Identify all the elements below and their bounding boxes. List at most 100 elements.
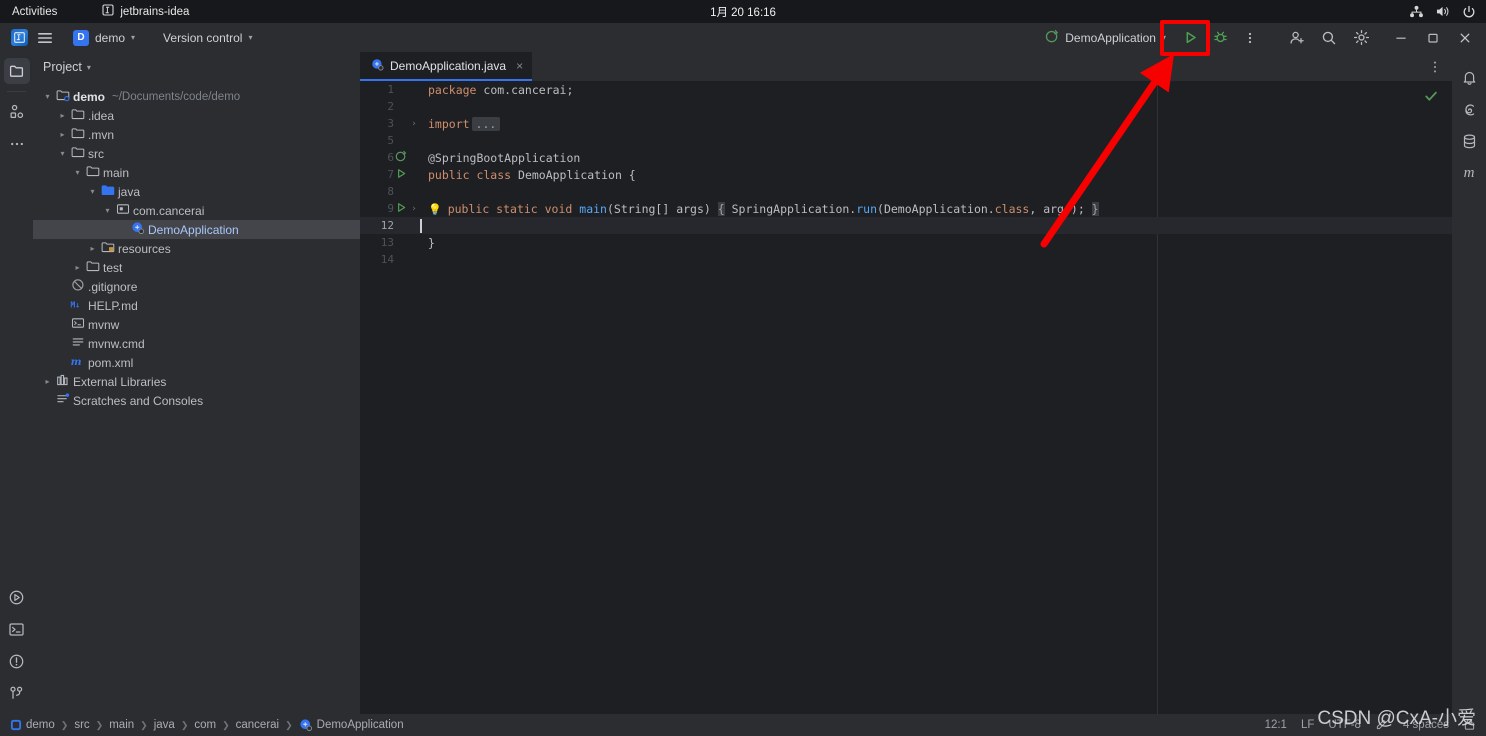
close-tab-icon[interactable]: × [516, 59, 523, 73]
chevron-right-icon[interactable]: ▸ [86, 244, 99, 253]
breadcrumb-item[interactable]: com [194, 719, 216, 731]
project-tree[interactable]: ▾ demo ~/Documents/code/demo ▸ .idea ▸ .mvn ▾ sr… [33, 82, 360, 410]
tree-item-src[interactable]: ▾ src [33, 144, 360, 163]
system-tray[interactable] [1409, 5, 1476, 19]
tree-item-mvnw[interactable]: mvnw [33, 315, 360, 334]
fold-expand-icon[interactable]: › [408, 119, 420, 129]
breadcrumb-item[interactable]: main [109, 719, 134, 731]
code-line[interactable]: 14 [360, 251, 1452, 268]
chevron-down-icon[interactable]: ▾ [71, 168, 84, 177]
run-button[interactable] [1176, 27, 1204, 49]
tree-item-resources[interactable]: ▸ resources [33, 239, 360, 258]
spring-bean-icon[interactable] [394, 150, 408, 165]
chevron-down-icon[interactable]: ▾ [101, 206, 114, 215]
sidebar-item-commit[interactable] [4, 99, 30, 125]
folder-icon [71, 145, 85, 162]
tree-item-scratches-and-consoles[interactable]: Scratches and Consoles [33, 391, 360, 410]
close-window-button[interactable] [1450, 25, 1480, 51]
run-configuration-selector[interactable]: DemoApplication ▾ [1037, 26, 1174, 49]
code-line[interactable]: 1 package com.cancerai; [360, 81, 1452, 98]
tree-item-mvnw-cmd[interactable]: mvnw.cmd [33, 334, 360, 353]
activities-button[interactable]: Activities [12, 6, 57, 18]
project-panel-header[interactable]: Project ▾ [33, 52, 360, 82]
database-icon[interactable] [1456, 128, 1482, 154]
tree-item-main[interactable]: ▾ main [33, 163, 360, 182]
code-line[interactable]: 5 [360, 132, 1452, 149]
code-line[interactable]: 7 public class DemoApplication { [360, 166, 1452, 183]
code-line[interactable]: 12 [360, 217, 1452, 234]
tree-item-pom-xml[interactable]: m pom.xml [33, 353, 360, 372]
run-gutter-icon[interactable] [394, 168, 408, 182]
tree-item-test[interactable]: ▸ test [33, 258, 360, 277]
project-selector[interactable]: D demo ▾ [66, 27, 142, 49]
sidebar-item-project[interactable] [3, 58, 30, 84]
chevron-right-icon[interactable]: ▸ [71, 263, 84, 272]
chevron-right-icon[interactable]: ▸ [56, 130, 69, 139]
check-ok-icon[interactable] [1424, 89, 1438, 108]
sidebar-item-more[interactable] [4, 131, 30, 157]
breadcrumb-separator: ❯ [222, 719, 230, 730]
chevron-right-icon[interactable]: ▸ [41, 377, 54, 386]
run-gutter-icon[interactable] [394, 202, 408, 216]
jetbrains-idea-icon [102, 4, 114, 19]
code-line[interactable]: 3 › import... [360, 115, 1452, 132]
tree-item--idea[interactable]: ▸ .idea [33, 106, 360, 125]
network-icon[interactable] [1409, 5, 1424, 18]
more-run-options-icon[interactable] [1236, 27, 1264, 49]
maven-icon[interactable]: m [1456, 160, 1482, 186]
breadcrumb[interactable]: demo ❯ src ❯ main ❯ java ❯ com ❯ cancerai ❯ DemoAppl… [0, 718, 404, 732]
volume-icon[interactable] [1435, 5, 1451, 18]
tree-item--mvn[interactable]: ▸ .mvn [33, 125, 360, 144]
maximize-window-button[interactable] [1418, 25, 1448, 51]
tree-item-java[interactable]: ▾ java [33, 182, 360, 201]
breadcrumb-item[interactable]: src [74, 719, 89, 731]
tree-item-demo[interactable]: ▾ demo ~/Documents/code/demo [33, 87, 360, 106]
desktop-clock[interactable]: 1月 20 16:16 [710, 4, 776, 20]
tree-item-label: main [103, 165, 130, 180]
chevron-down-icon[interactable]: ▾ [56, 149, 69, 158]
folded-imports[interactable]: ... [471, 116, 501, 131]
fold-expand-icon[interactable]: › [408, 204, 420, 214]
code-line[interactable]: 9 › 💡 public static void main(String[] args… [360, 200, 1452, 217]
breadcrumb-item[interactable]: DemoApplication [299, 718, 404, 732]
line-separator[interactable]: LF [1301, 719, 1314, 731]
intellij-idea-logo-icon[interactable] [6, 27, 32, 49]
power-icon[interactable] [1462, 5, 1476, 19]
breadcrumb-item[interactable]: demo [10, 719, 55, 731]
breadcrumb-separator: ❯ [140, 719, 148, 730]
notifications-bell-icon[interactable] [1456, 64, 1482, 90]
code-token: class [994, 201, 1030, 216]
active-window-indicator[interactable]: jetbrains-idea [102, 4, 189, 19]
tree-item-demoapplication[interactable]: DemoApplication [33, 220, 360, 239]
add-user-icon[interactable] [1282, 25, 1312, 51]
code-line[interactable]: 13} [360, 234, 1452, 251]
hamburger-menu-icon[interactable] [32, 27, 58, 49]
chevron-down-icon[interactable]: ▾ [86, 187, 99, 196]
version-control-widget[interactable]: Version control ▾ [156, 28, 259, 48]
editor-tab-demoapplication[interactable]: DemoApplication.java × [360, 52, 533, 81]
editor-tab-actions[interactable] [1428, 52, 1442, 81]
minimize-window-button[interactable] [1386, 25, 1416, 51]
sidebar-item-problems[interactable] [4, 648, 30, 674]
tree-item-external-libraries[interactable]: ▸ External Libraries [33, 372, 360, 391]
search-icon[interactable] [1314, 25, 1344, 51]
sidebar-item-version-control[interactable] [4, 680, 30, 706]
code-editor[interactable]: 1 package com.cancerai; 2 3 › import... 5 6 @Spr… [360, 81, 1452, 714]
code-line[interactable]: 8 [360, 183, 1452, 200]
tree-item-com-cancerai[interactable]: ▾ com.cancerai [33, 201, 360, 220]
caret-position[interactable]: 12:1 [1265, 719, 1287, 731]
ai-assistant-icon[interactable] [1456, 96, 1482, 122]
code-line[interactable]: 6 @SpringBootApplication [360, 149, 1452, 166]
tree-item-help-md[interactable]: M↓ HELP.md [33, 296, 360, 315]
gear-icon[interactable] [1346, 25, 1376, 51]
code-line[interactable]: 2 [360, 98, 1452, 115]
intention-bulb-icon[interactable]: 💡 [428, 203, 442, 216]
chevron-down-icon[interactable]: ▾ [41, 92, 54, 101]
tree-item--gitignore[interactable]: .gitignore [33, 277, 360, 296]
debug-button[interactable] [1206, 27, 1234, 49]
breadcrumb-item[interactable]: java [154, 719, 175, 731]
chevron-right-icon[interactable]: ▸ [56, 111, 69, 120]
breadcrumb-item[interactable]: cancerai [236, 719, 279, 731]
sidebar-item-terminal[interactable] [4, 616, 30, 642]
sidebar-item-run[interactable] [4, 584, 30, 610]
